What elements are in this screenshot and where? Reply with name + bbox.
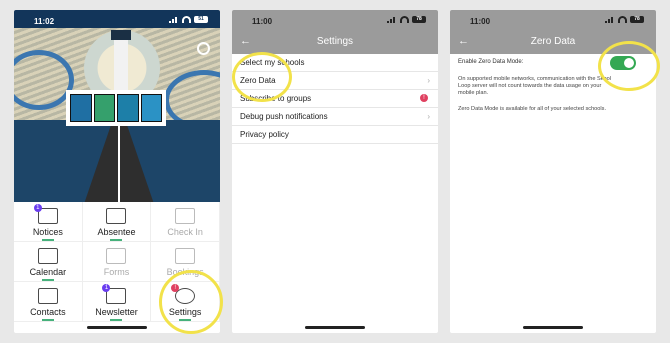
forms-icon: [106, 248, 127, 264]
tile-notices[interactable]: 1 Notices: [14, 202, 83, 242]
tile-label: Notices: [32, 227, 63, 237]
battery-icon: 78: [412, 16, 426, 23]
status-bar: 11:00 78: [232, 10, 438, 32]
tile-underline: [110, 319, 123, 321]
hero-banner: 11:02 51: [14, 10, 220, 202]
battery-icon: 78: [630, 16, 644, 23]
envelope-icon: [106, 208, 127, 224]
status-time: 11:00: [252, 17, 273, 26]
signal-icon: [605, 16, 615, 23]
home-indicator: [523, 326, 583, 329]
tile-check-in[interactable]: Check In: [151, 202, 220, 242]
newsletter-icon: [106, 288, 127, 304]
nav-bar: 11:00 78 ← Settings: [232, 10, 438, 54]
settings-item-label: Privacy policy: [240, 130, 289, 139]
home-indicator: [87, 326, 147, 329]
signal-icon: [169, 16, 179, 23]
wifi-icon: [182, 16, 191, 23]
tile-underline: [41, 279, 54, 281]
wifi-icon: [400, 16, 409, 23]
calendar-icon: [37, 248, 58, 264]
signal-icon: [387, 16, 397, 23]
home-indicator: [305, 326, 365, 329]
battery-icon: 51: [194, 16, 208, 23]
status-bar: 11:00 78: [450, 10, 656, 32]
chevron-right-icon: ›: [427, 76, 430, 85]
zero-data-toggle-label: Enable Zero Data Mode:: [458, 59, 524, 65]
tile-underline: [41, 319, 54, 321]
tile-contacts[interactable]: Contacts: [14, 282, 83, 322]
tile-label: Forms: [103, 267, 130, 277]
chevron-right-icon: ›: [427, 112, 430, 121]
notification-badge: 1: [33, 204, 42, 212]
page-title: Settings: [316, 36, 354, 47]
status-time: 11:02: [34, 17, 55, 26]
status-bar: 11:02 51: [14, 10, 220, 32]
tile-underline: [110, 239, 123, 241]
zero-data-availability: Zero Data Mode is available for all of y…: [458, 106, 606, 112]
tile-label: Check In: [167, 227, 203, 237]
tile-label: Calendar: [29, 267, 67, 277]
tile-label: Contacts: [30, 307, 66, 317]
alert-icon: !: [420, 94, 428, 102]
status-time: 11:00: [470, 17, 491, 26]
settings-item-debug-push-notifications[interactable]: Debug push notifications ›: [232, 108, 438, 126]
screenshot-frame: 11:02 51 1 Notices Absentee Check In Calenda…: [0, 0, 670, 343]
settings-item-privacy-policy[interactable]: Privacy policy: [232, 126, 438, 144]
tile-forms[interactable]: Forms: [82, 242, 152, 282]
tile-calendar[interactable]: Calendar: [14, 242, 83, 282]
contacts-icon: [37, 288, 58, 304]
settings-item-label: Debug push notifications: [240, 112, 328, 121]
tile-underline: [41, 239, 54, 241]
highlight-circle-toggle: [598, 41, 660, 91]
highlight-circle-settings: [159, 270, 223, 334]
tile-newsletter[interactable]: 1 Newsletter: [82, 282, 152, 322]
tile-label: Absentee: [97, 227, 136, 237]
highlight-circle-zero-data: [232, 52, 292, 102]
tile-label: Newsletter: [95, 307, 138, 317]
settings-gear-icon[interactable]: [197, 42, 210, 55]
bookings-icon: [175, 248, 196, 264]
wifi-icon: [618, 16, 627, 23]
school-banner-image: [66, 90, 166, 126]
location-pin-icon: [175, 208, 196, 224]
tile-absentee[interactable]: Absentee: [82, 202, 152, 242]
zero-data-description: On supported mobile networks, communicat…: [458, 76, 611, 96]
